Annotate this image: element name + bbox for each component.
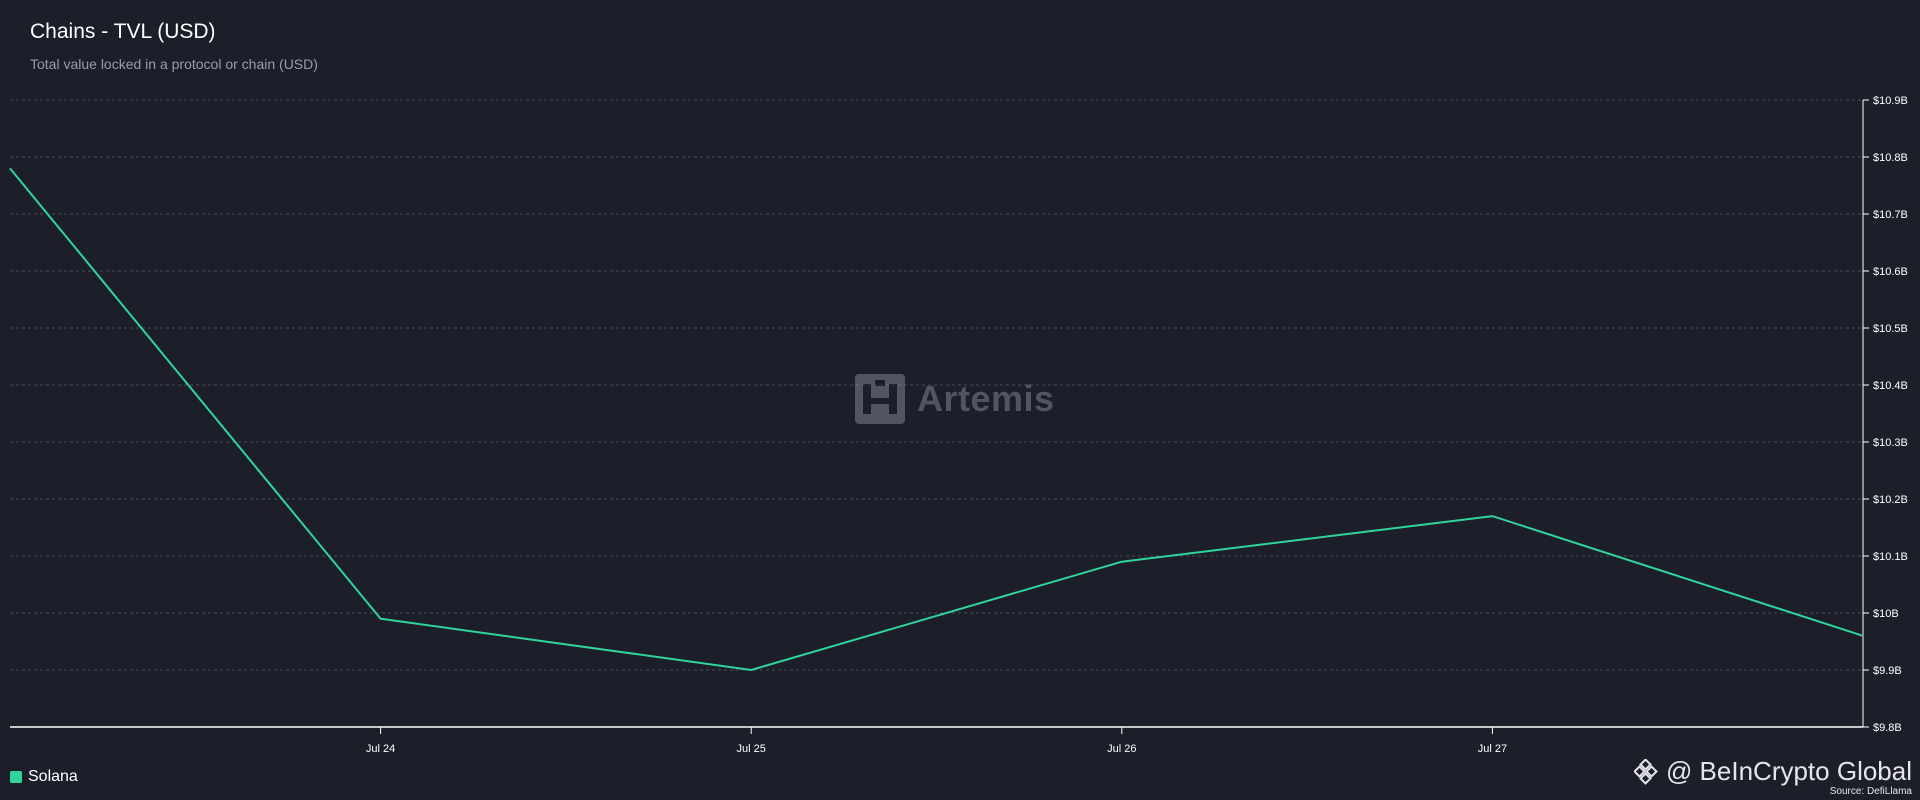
y-tick-label: $10.2B [1873, 494, 1908, 506]
y-tick-label: $10.9B [1873, 95, 1908, 107]
x-tick-label: Jul 24 [366, 743, 395, 755]
brand-watermark: @ BeInCrypto Global [1633, 756, 1912, 787]
legend-label-solana: Solana [28, 768, 78, 785]
y-tick-label: $10B [1873, 608, 1899, 620]
brand-text: @ BeInCrypto Global [1665, 756, 1912, 786]
watermark-text: Artemis [917, 378, 1055, 419]
y-tick-label: $10.7B [1873, 209, 1908, 221]
x-tick-label: Jul 27 [1478, 743, 1507, 755]
y-tick-label: $9.8B [1873, 722, 1902, 734]
source-label: Source: DefiLlama [1829, 786, 1912, 797]
y-tick-label: $10.5B [1873, 323, 1908, 335]
y-tick-label: $10.4B [1873, 380, 1908, 392]
artemis-logo-icon [855, 374, 905, 424]
y-tick-label: $10.6B [1873, 266, 1908, 278]
y-tick-label: $9.9B [1873, 665, 1902, 677]
y-tick-label: $10.1B [1873, 551, 1908, 563]
beincrypto-diamond-icon [1633, 758, 1658, 785]
y-tick-label: $10.8B [1873, 152, 1908, 164]
y-tick-label: $10.3B [1873, 437, 1908, 449]
legend-swatch-solana [10, 771, 22, 783]
legend[interactable]: Solana [10, 768, 78, 786]
x-tick-label: Jul 25 [737, 743, 766, 755]
x-tick-label: Jul 26 [1107, 743, 1136, 755]
artemis-watermark: Artemis [855, 374, 1055, 424]
